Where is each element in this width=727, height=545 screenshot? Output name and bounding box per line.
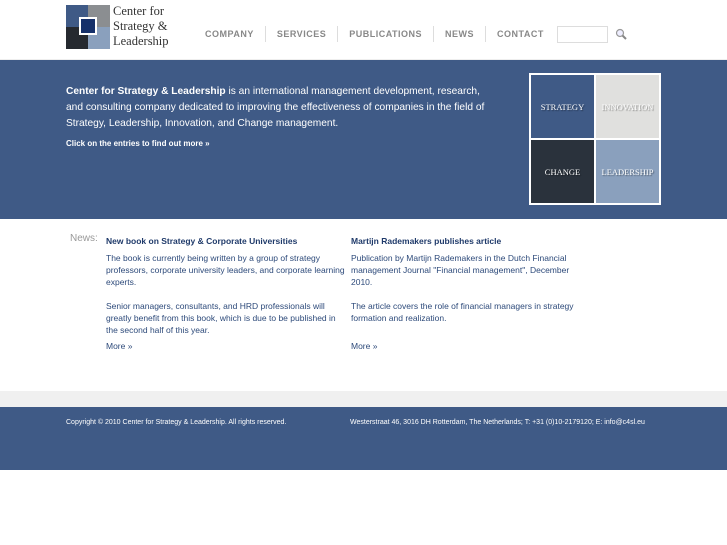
news-item: Martijn Rademakers publishes article Pub… [351, 235, 591, 352]
copyright: Copyright © 2010 Center for Strategy & L… [66, 419, 287, 426]
topic-strategy[interactable]: STRATEGY [531, 75, 594, 138]
nav-contact[interactable]: CONTACT [486, 26, 555, 42]
footer: Copyright © 2010 Center for Strategy & L… [0, 407, 727, 470]
divider-strip [0, 391, 727, 407]
search-icon[interactable] [615, 28, 627, 40]
intro-company-name: Center for Strategy & Leadership [66, 86, 226, 97]
more-link[interactable]: More » [106, 341, 132, 351]
news-paragraph: Senior managers, consultants, and HRD pr… [106, 301, 336, 335]
nav-services[interactable]: SERVICES [266, 26, 339, 42]
search-input[interactable] [557, 26, 608, 43]
news-title[interactable]: New book on Strategy & Corporate Univers… [106, 235, 346, 247]
logo-line: Strategy & [113, 19, 168, 33]
news-paragraph: Publication by Martijn Rademakers in the… [351, 253, 570, 287]
nav-news[interactable]: NEWS [434, 26, 487, 42]
topic-leadership[interactable]: LEADERSHIP [596, 140, 659, 203]
news-paragraph: The book is currently being written by a… [106, 253, 345, 287]
news-paragraph: The article covers the role of financial… [351, 301, 574, 323]
banner: Center for Strategy & Leadership is an i… [0, 60, 727, 219]
address: Westerstraat 46, 3016 DH Rotterdam, The … [350, 419, 645, 426]
intro-text: Center for Strategy & Leadership is an i… [66, 84, 496, 132]
topic-grid: STRATEGY INNOVATION CHANGE LEADERSHIP [529, 73, 661, 205]
topic-innovation[interactable]: INNOVATION [596, 75, 659, 138]
logo[interactable] [66, 5, 110, 49]
news-label: News: [70, 233, 98, 244]
main-nav: COMPANY SERVICES PUBLICATIONS NEWS CONTA… [194, 26, 555, 42]
logo-line: Leadership [113, 34, 169, 48]
header: Center for Strategy & Leadership COMPANY… [0, 0, 727, 60]
more-link[interactable]: More » [351, 341, 377, 351]
topic-change[interactable]: CHANGE [531, 140, 594, 203]
logo-line: Center for [113, 4, 165, 18]
logo-text[interactable]: Center for Strategy & Leadership [113, 4, 169, 49]
news-title[interactable]: Martijn Rademakers publishes article [351, 235, 591, 247]
nav-publications[interactable]: PUBLICATIONS [338, 26, 435, 42]
news-item: New book on Strategy & Corporate Univers… [106, 235, 346, 352]
click-hint: Click on the entries to find out more » [66, 139, 210, 148]
nav-company[interactable]: COMPANY [194, 26, 266, 42]
